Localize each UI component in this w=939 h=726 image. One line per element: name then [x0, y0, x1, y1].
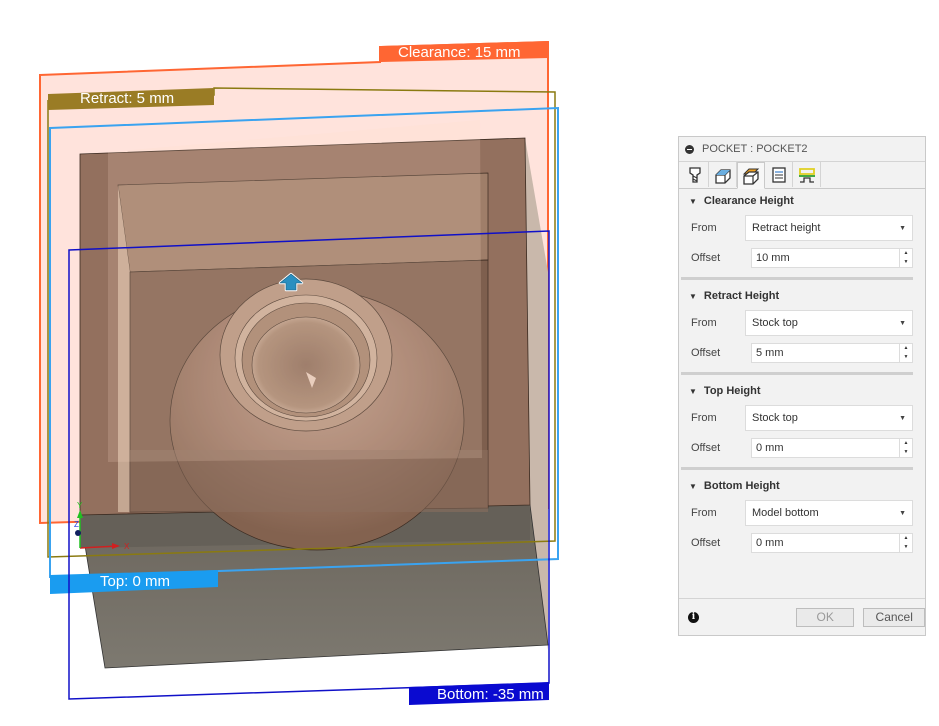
bottom-height-group: ▼ Bottom Height From Model bottom ▼ Offs…: [679, 474, 925, 558]
passes-icon: [771, 166, 786, 183]
passes-tab[interactable]: [765, 162, 793, 187]
viewport-canvas[interactable]: Retract: 5 mm Top: 0 mm Clearance: 15 mm…: [0, 0, 600, 726]
clearance-height-group: ▼ Clearance Height From Retract height ▼…: [679, 189, 925, 280]
spin-down-icon[interactable]: ▼: [900, 258, 912, 267]
spin-up-icon[interactable]: ▲: [900, 344, 912, 353]
spin-down-icon[interactable]: ▼: [900, 353, 912, 362]
tool-icon: [688, 166, 701, 183]
spin-up-icon[interactable]: ▲: [900, 439, 912, 448]
bottom-offset-input[interactable]: 0 mm ▲ ▼: [751, 533, 913, 553]
clearance-from-select[interactable]: Retract height ▼: [745, 215, 913, 241]
z-axis-label: Z: [74, 520, 79, 529]
geometry-tab[interactable]: [709, 162, 737, 187]
info-icon[interactable]: i: [688, 611, 699, 623]
tool-tab[interactable]: [681, 162, 709, 187]
geometry-icon: [714, 168, 731, 184]
dropdown-arrow-icon: ▼: [899, 414, 906, 422]
heights-tab[interactable]: [737, 162, 765, 189]
dropdown-arrow-icon: ▼: [899, 319, 906, 327]
retract-from-select[interactable]: Stock top ▼: [745, 310, 913, 336]
retract-label: Retract: 5 mm: [80, 90, 174, 107]
bottom-label: Bottom: -35 mm: [437, 686, 544, 703]
ok-button[interactable]: OK: [795, 607, 855, 627]
spin-down-icon[interactable]: ▼: [900, 448, 912, 457]
offset-label: Offset: [691, 252, 721, 264]
from-label: From: [691, 412, 717, 424]
from-label: From: [691, 222, 717, 234]
top-height-group: ▼ Top Height From Stock top ▼ Offset 0 m…: [679, 379, 925, 470]
heights-icon: [742, 168, 760, 185]
top-offset-input[interactable]: 0 mm ▲ ▼: [751, 438, 913, 458]
dropdown-arrow-icon: ▼: [899, 224, 906, 232]
from-label: From: [691, 507, 717, 519]
collapse-triangle-icon: ▼: [689, 386, 697, 396]
cancel-button[interactable]: Cancel: [863, 607, 925, 627]
offset-label: Offset: [691, 442, 721, 454]
bottom-height-header[interactable]: ▼ Bottom Height: [679, 474, 925, 498]
collapse-icon[interactable]: [685, 144, 694, 154]
divider: [681, 277, 913, 280]
retract-height-header[interactable]: ▼ Retract Height: [679, 284, 925, 308]
linking-icon: [798, 167, 815, 183]
y-axis-label: Y: [77, 501, 83, 510]
dialog-tabs: [679, 162, 925, 189]
bottom-from-select[interactable]: Model bottom ▼: [745, 500, 913, 526]
offset-label: Offset: [691, 537, 721, 549]
linking-tab[interactable]: [793, 162, 821, 187]
top-height-header[interactable]: ▼ Top Height: [679, 379, 925, 403]
retract-offset-input[interactable]: 5 mm ▲ ▼: [751, 343, 913, 363]
dropdown-arrow-icon: ▼: [899, 509, 906, 517]
divider: [681, 467, 913, 470]
spin-down-icon[interactable]: ▼: [900, 543, 912, 552]
top-from-select[interactable]: Stock top ▼: [745, 405, 913, 431]
dialog-title: POCKET : POCKET2: [702, 143, 808, 155]
collapse-triangle-icon: ▼: [689, 196, 697, 206]
x-axis-label: X: [124, 542, 130, 551]
dialog-footer: i OK Cancel: [679, 598, 925, 635]
divider: [681, 372, 913, 375]
top-label: Top: 0 mm: [100, 573, 170, 590]
pocket-dialog: POCKET : POCKET2 ▼ Clearance Height From…: [678, 136, 926, 636]
3d-viewport[interactable]: Retract: 5 mm Top: 0 mm Clearance: 15 mm…: [0, 0, 600, 726]
clearance-offset-input[interactable]: 10 mm ▲ ▼: [751, 248, 913, 268]
spin-up-icon[interactable]: ▲: [900, 249, 912, 258]
clearance-label: Clearance: 15 mm: [398, 44, 521, 61]
from-label: From: [691, 317, 717, 329]
spin-up-icon[interactable]: ▲: [900, 534, 912, 543]
collapse-triangle-icon: ▼: [689, 481, 697, 491]
collapse-triangle-icon: ▼: [689, 291, 697, 301]
dialog-header: POCKET : POCKET2: [679, 137, 925, 162]
offset-label: Offset: [691, 347, 721, 359]
retract-height-group: ▼ Retract Height From Stock top ▼ Offset…: [679, 284, 925, 375]
clearance-height-header[interactable]: ▼ Clearance Height: [679, 189, 925, 213]
